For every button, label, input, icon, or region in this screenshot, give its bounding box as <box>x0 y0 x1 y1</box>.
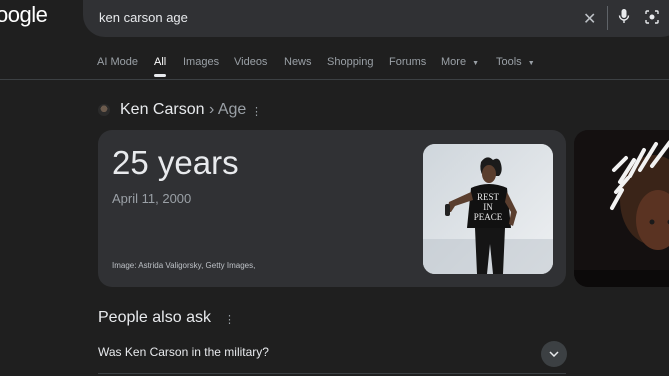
age-value: 25 years <box>112 144 239 181</box>
tab-ai-mode[interactable]: AI Mode <box>97 56 138 68</box>
paa-divider <box>98 373 566 374</box>
tab-more[interactable]: More ▼ <box>441 56 479 68</box>
tab-news[interactable]: News <box>284 56 312 68</box>
people-also-ask-title: People also ask <box>98 309 211 326</box>
search-divider <box>607 6 608 30</box>
tab-all[interactable]: All <box>154 56 166 68</box>
search-input[interactable]: ken carson age <box>99 10 188 25</box>
active-tab-indicator <box>154 74 166 77</box>
chevron-down-icon <box>549 351 559 357</box>
tab-images[interactable]: Images <box>183 56 219 68</box>
answer-card: 25 years April 11, 2000 Image: Astrida V… <box>98 130 566 287</box>
shirt-text-1: REST <box>477 192 500 202</box>
caret-down-icon: ▼ <box>527 60 535 67</box>
more-options-icon[interactable]: ⋮ <box>224 313 235 326</box>
lens-icon[interactable] <box>644 9 660 30</box>
shirt-text-2: IN <box>483 202 493 212</box>
breadcrumb-separator: › <box>204 101 218 118</box>
entity-photo[interactable]: REST IN PEACE <box>423 144 553 274</box>
google-logo[interactable]: oogle <box>0 2 48 28</box>
entity-avatar[interactable] <box>98 104 110 116</box>
tab-tools-label: Tools <box>496 56 522 68</box>
tab-tools[interactable]: Tools ▼ <box>496 56 535 68</box>
close-icon[interactable]: ✕ <box>583 9 596 29</box>
search-tabs: AI Mode All Images Videos News Shopping … <box>0 47 669 79</box>
expand-button[interactable] <box>541 341 567 367</box>
shirt-text-3: PEACE <box>474 212 503 222</box>
attribute-label: Age <box>217 101 247 118</box>
knowledge-title: Ken Carson › Age <box>120 101 246 119</box>
tab-more-label: More <box>441 56 467 68</box>
tabs-divider <box>0 79 669 80</box>
image-credit: Image: Astrida Valigorsky, Getty Images, <box>112 261 256 270</box>
tab-forums[interactable]: Forums <box>389 56 426 68</box>
more-options-icon[interactable]: ⋮ <box>251 105 262 118</box>
birthdate: April 11, 2000 <box>112 191 192 206</box>
entity-link[interactable]: Ken Carson <box>120 101 205 118</box>
mic-icon[interactable] <box>618 8 630 29</box>
caret-down-icon: ▼ <box>472 60 480 67</box>
paa-question[interactable]: Was Ken Carson in the military? <box>98 345 269 359</box>
search-bar[interactable]: ken carson age ✕ <box>83 0 669 37</box>
secondary-photo[interactable] <box>574 130 669 287</box>
tab-shopping[interactable]: Shopping <box>327 56 374 68</box>
tab-videos[interactable]: Videos <box>234 56 267 68</box>
